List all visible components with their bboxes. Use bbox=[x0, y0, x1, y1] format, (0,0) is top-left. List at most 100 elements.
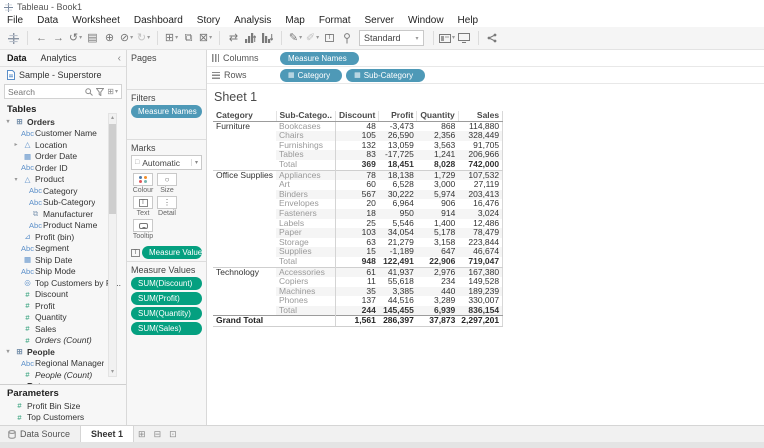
value-cell[interactable]: 369 bbox=[334, 159, 379, 171]
tab-data[interactable]: Data bbox=[0, 53, 34, 63]
field-list-scrollbar[interactable]: ▴ ▾ bbox=[108, 113, 117, 377]
category-cell[interactable]: Technology bbox=[213, 266, 277, 316]
parameter-item[interactable]: # Top Customers bbox=[0, 412, 126, 424]
value-cell[interactable]: 950 bbox=[378, 208, 417, 219]
value-cell[interactable]: 2,297,201 bbox=[458, 315, 503, 328]
menu-data[interactable]: Data bbox=[30, 15, 65, 26]
new-story-tab-icon[interactable]: ⊡ bbox=[165, 426, 181, 442]
scroll-up-icon[interactable]: ▴ bbox=[111, 114, 114, 122]
value-cell[interactable]: 440 bbox=[416, 286, 459, 297]
menu-analysis[interactable]: Analysis bbox=[227, 15, 278, 26]
menu-worksheet[interactable]: Worksheet bbox=[65, 15, 127, 26]
rows-shelf[interactable]: Rows ▦ Category ▦ Sub-Category bbox=[207, 67, 764, 84]
subcategory-cell[interactable]: Accessories bbox=[276, 266, 336, 278]
parameter-item[interactable]: # Profit Bin Size bbox=[0, 400, 126, 412]
value-cell[interactable]: 18,138 bbox=[378, 169, 417, 181]
view-options-icon[interactable]: ⊞ ▾ bbox=[107, 87, 118, 96]
value-cell[interactable]: 122,491 bbox=[379, 257, 417, 267]
value-cell[interactable]: 22,906 bbox=[417, 257, 458, 267]
value-cell[interactable]: 914 bbox=[416, 208, 459, 219]
value-cell[interactable]: 105 bbox=[334, 131, 379, 141]
filter-fields-icon[interactable] bbox=[96, 87, 105, 96]
value-cell[interactable]: 78 bbox=[334, 169, 379, 181]
category-cell[interactable]: Office Supplies bbox=[213, 169, 277, 267]
value-cell[interactable]: 48 bbox=[334, 120, 379, 132]
mark-button-text[interactable]: T Text bbox=[131, 196, 155, 217]
value-cell[interactable]: 223,844 bbox=[458, 238, 502, 248]
value-cell[interactable]: 34,054 bbox=[378, 228, 417, 238]
expander-icon[interactable]: ▸ bbox=[12, 141, 20, 148]
column-header-sales[interactable]: Sales bbox=[457, 111, 503, 122]
pill-sub-category[interactable]: ▦ Sub-Category bbox=[346, 68, 426, 82]
value-cell[interactable]: 60 bbox=[334, 180, 379, 190]
value-cell[interactable]: 868 bbox=[416, 120, 459, 132]
value-cell[interactable]: 206,966 bbox=[458, 150, 503, 160]
value-cell[interactable]: 55,618 bbox=[379, 277, 417, 287]
pin-icon[interactable] bbox=[338, 29, 355, 47]
value-cell[interactable]: 6,964 bbox=[379, 199, 417, 209]
pill-sum-quantity-[interactable]: SUM(Quantity) bbox=[131, 307, 202, 320]
value-cell[interactable]: 3,000 bbox=[417, 180, 458, 190]
value-cell[interactable]: 286,397 bbox=[378, 315, 417, 328]
tab-analytics[interactable]: Analytics bbox=[34, 53, 84, 63]
value-cell[interactable]: 114,880 bbox=[458, 120, 503, 132]
menu-window[interactable]: Window bbox=[401, 15, 451, 26]
value-cell[interactable]: -3,473 bbox=[378, 120, 417, 132]
value-cell[interactable]: 6,939 bbox=[416, 305, 459, 316]
revert-icon[interactable]: ↺ ▾ bbox=[67, 29, 84, 47]
mark-button-colour[interactable]: Colour bbox=[131, 173, 155, 194]
column-header-profit[interactable]: Profit bbox=[378, 111, 417, 122]
subcategory-cell[interactable]: Appliances bbox=[276, 169, 336, 181]
value-cell[interactable]: 647 bbox=[416, 247, 459, 257]
expander-icon[interactable]: ▾ bbox=[12, 176, 20, 183]
value-cell[interactable]: 3,289 bbox=[417, 296, 458, 306]
value-cell[interactable]: 12,486 bbox=[458, 219, 502, 229]
value-cell[interactable]: 1,400 bbox=[417, 219, 458, 229]
value-cell[interactable]: 3,563 bbox=[417, 141, 458, 151]
textbox-icon[interactable]: T bbox=[321, 29, 338, 47]
column-header-sub-catego-[interactable]: Sub-Catego.. bbox=[275, 111, 336, 122]
subcategory-cell[interactable]: Paper bbox=[276, 228, 336, 238]
value-cell[interactable]: 16,476 bbox=[458, 199, 502, 209]
subcategory-cell[interactable]: Phones bbox=[276, 296, 335, 306]
value-cell[interactable]: 244 bbox=[334, 305, 379, 316]
subcategory-cell[interactable]: Machines bbox=[276, 286, 336, 297]
value-cell[interactable]: 44,516 bbox=[379, 296, 417, 306]
pill-measure-values[interactable]: Measure Values bbox=[142, 246, 202, 259]
value-cell[interactable]: 35 bbox=[334, 286, 379, 297]
expander-icon[interactable]: ▾ bbox=[4, 118, 12, 125]
pill-sum-discount-[interactable]: SUM(Discount) bbox=[131, 277, 202, 290]
value-cell[interactable]: 18,451 bbox=[379, 160, 417, 170]
datasource-row[interactable]: Sample - Superstore bbox=[0, 67, 126, 82]
value-cell[interactable]: 742,000 bbox=[458, 160, 502, 170]
value-cell[interactable]: 13,059 bbox=[379, 141, 417, 151]
subcategory-cell[interactable]: Chairs bbox=[276, 131, 336, 141]
tableau-home-icon[interactable] bbox=[5, 29, 22, 47]
value-cell[interactable]: 5,546 bbox=[379, 219, 417, 229]
value-cell[interactable]: 3,158 bbox=[417, 238, 458, 248]
new-datasource-icon[interactable]: ⊕ bbox=[101, 29, 118, 47]
value-cell[interactable]: 906 bbox=[417, 199, 458, 209]
collapse-pane-icon[interactable]: ‹ bbox=[118, 53, 121, 64]
show-hide-cards-icon[interactable]: ▾ bbox=[439, 29, 456, 47]
value-cell[interactable]: 46,674 bbox=[458, 247, 503, 257]
category-cell[interactable]: Furniture bbox=[213, 120, 277, 171]
subcategory-cell[interactable]: Total bbox=[276, 257, 335, 267]
subcategory-cell[interactable]: Binders bbox=[276, 189, 336, 200]
value-cell[interactable]: 78,479 bbox=[458, 228, 503, 238]
value-cell[interactable]: 145,455 bbox=[378, 305, 417, 316]
pill-sum-profit-[interactable]: SUM(Profit) bbox=[131, 292, 202, 305]
value-cell[interactable]: 948 bbox=[334, 256, 379, 267]
value-cell[interactable]: 189,239 bbox=[458, 286, 503, 297]
value-cell[interactable]: 137 bbox=[334, 296, 379, 306]
subcategory-cell[interactable]: Storage bbox=[276, 238, 335, 248]
value-cell[interactable]: 2,976 bbox=[416, 266, 459, 278]
value-cell[interactable]: 167,380 bbox=[458, 266, 503, 278]
subcategory-cell[interactable]: Bookcases bbox=[276, 120, 336, 132]
subcategory-cell[interactable]: Labels bbox=[276, 219, 335, 229]
subcategory-cell[interactable]: Total bbox=[276, 160, 335, 170]
menu-map[interactable]: Map bbox=[278, 15, 311, 26]
grand-total-label[interactable]: Grand Total bbox=[213, 315, 336, 328]
scroll-thumb[interactable] bbox=[109, 124, 116, 214]
run-update-icon[interactable]: ↻ ▾ bbox=[135, 29, 152, 47]
